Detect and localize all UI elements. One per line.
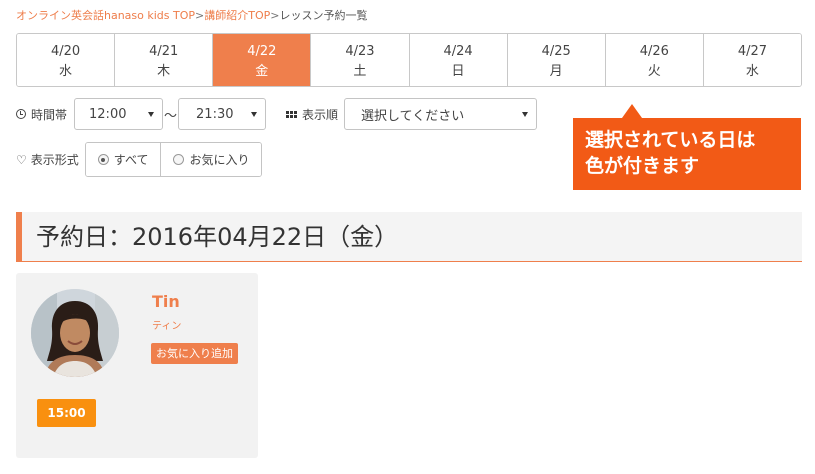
display-label-text: 表示形式 — [30, 153, 79, 167]
teacher-name[interactable]: Tin — [152, 292, 180, 311]
breadcrumb-current: レッスン予約一覧 — [279, 9, 368, 22]
order-label-text: 表示順 — [302, 107, 339, 122]
date-tab-day: 水 — [59, 64, 73, 79]
callout-line-2: 色が付きます — [585, 155, 700, 177]
display-radio-group: すべて お気に入り — [84, 142, 263, 177]
reservation-date-heading: 予約日：2016年04月22日（金） — [16, 212, 802, 262]
order-select[interactable]: 選択してください — [344, 98, 538, 130]
breadcrumb-separator: > — [195, 9, 205, 22]
date-tab-4-21[interactable]: 4/21 木 — [115, 34, 214, 86]
display-row: ♡ 表示形式 すべて お気に入り — [16, 142, 263, 177]
date-tab-date: 4/20 — [50, 44, 81, 59]
time-to-value: 21:30 — [196, 106, 234, 122]
date-tab-date: 4/24 — [443, 44, 473, 59]
date-tab-day: 水 — [745, 64, 759, 79]
date-tabs: 4/20 水 4/21 木 4/22 金 4/23 土 4/24 日 4/25 月 4/26… — [16, 33, 802, 87]
date-tab-4-24[interactable]: 4/24 日 — [409, 34, 508, 86]
time-range-separator: 〜 — [164, 108, 178, 124]
breadcrumb-home-link[interactable]: オンライン英会話hanaso kids TOP — [16, 9, 195, 22]
display-favorites-label: お気に入り — [189, 153, 250, 167]
teacher-avatar[interactable] — [31, 289, 119, 377]
add-favorite-button[interactable]: お気に入り追加 — [151, 343, 238, 364]
display-favorites-radio[interactable]: お気に入り — [161, 143, 262, 176]
time-from-select[interactable]: 12:00 — [74, 98, 164, 130]
heart-icon: ♡ — [16, 152, 27, 167]
filter-row: 時間帯 12:00 〜 21:30 表示順 選択してください — [16, 98, 538, 130]
date-tab-date: 4/26 — [639, 44, 669, 59]
callout-line-1: 選択されている日は — [585, 129, 756, 151]
teacher-photo-icon — [31, 289, 119, 377]
date-tab-4-23[interactable]: 4/23 土 — [311, 34, 410, 86]
date-tab-day: 日 — [451, 64, 465, 79]
clock-icon — [16, 109, 26, 119]
time-from-value: 12:00 — [89, 106, 127, 122]
date-tab-4-22[interactable]: 4/22 金 — [213, 34, 312, 86]
time-label: 時間帯 — [16, 106, 67, 123]
dropdown-arrow-icon — [148, 112, 155, 117]
teacher-card: Tin ティン お気に入り追加 15:00 — [16, 273, 258, 458]
radio-unchecked-icon — [173, 154, 185, 165]
time-to-select[interactable]: 21:30 — [178, 98, 267, 130]
date-tab-4-27[interactable]: 4/27 水 — [703, 34, 801, 86]
date-tab-day: 金 — [255, 64, 269, 79]
grid-icon — [286, 110, 298, 118]
time-label-text: 時間帯 — [31, 107, 68, 122]
date-tab-day: 土 — [353, 64, 367, 79]
date-tab-day: 月 — [549, 64, 563, 79]
date-tab-day: 木 — [157, 64, 171, 79]
display-all-radio[interactable]: すべて — [85, 143, 162, 176]
order-label: 表示順 — [286, 106, 338, 123]
order-select-value: 選択してください — [361, 108, 465, 124]
annotation-callout: 選択されている日は 色が付きます — [573, 104, 801, 190]
display-label: ♡ 表示形式 — [16, 151, 79, 168]
date-tab-date: 4/23 — [345, 44, 375, 59]
lesson-slot-button[interactable]: 15:00 — [37, 399, 96, 427]
date-tab-4-25[interactable]: 4/25 月 — [507, 34, 606, 86]
breadcrumb-teachers-link[interactable]: 講師紹介TOP — [204, 9, 270, 22]
dropdown-arrow-icon — [251, 112, 258, 117]
date-tab-day: 火 — [647, 64, 661, 79]
date-tab-4-26[interactable]: 4/26 火 — [605, 34, 704, 86]
display-all-label: すべて — [113, 153, 149, 167]
date-tab-date: 4/27 — [737, 44, 768, 59]
date-tab-date: 4/21 — [149, 44, 179, 59]
date-tab-4-20[interactable]: 4/20 水 — [17, 34, 116, 86]
date-tab-date: 4/25 — [541, 44, 571, 59]
dropdown-arrow-icon — [522, 112, 529, 117]
date-tab-date: 4/22 — [247, 44, 277, 59]
teacher-name-kana: ティン — [152, 321, 182, 332]
radio-checked-icon — [97, 154, 109, 165]
breadcrumb: オンライン英会話hanaso kids TOP>講師紹介TOP>レッスン予約一覧 — [16, 9, 367, 23]
